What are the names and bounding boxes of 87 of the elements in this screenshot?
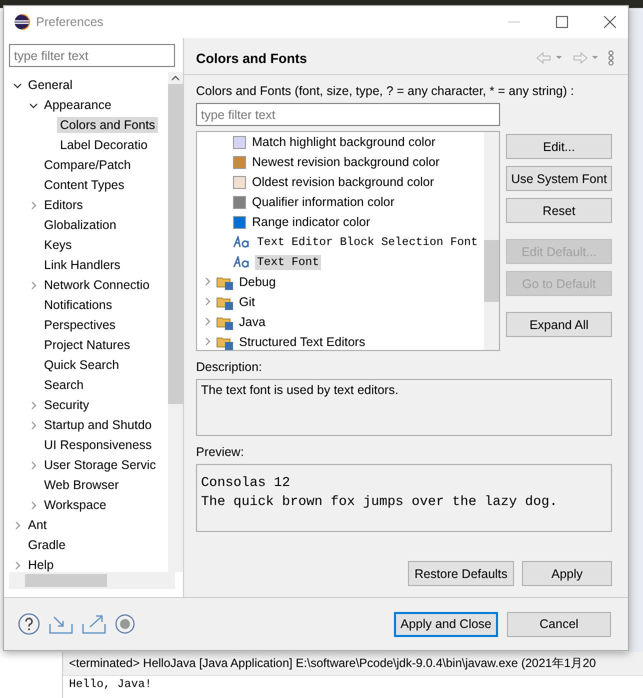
- font-icon: [233, 256, 251, 268]
- dialog-button[interactable]: Apply and Close: [394, 612, 498, 636]
- tree-item[interactable]: General: [25, 77, 76, 93]
- tree-item[interactable]: Security: [41, 397, 92, 413]
- tree-item[interactable]: Workspace: [41, 497, 110, 513]
- chevron-down-icon[interactable]: [13, 80, 22, 90]
- folder-icon: [216, 314, 233, 330]
- tree-item[interactable]: Label Decoratio: [57, 137, 151, 153]
- tree-item[interactable]: Keys: [41, 237, 75, 253]
- tree-item[interactable]: Link Handlers: [41, 257, 124, 273]
- tree-item[interactable]: Structured Text Editors: [237, 334, 368, 350]
- tree-item[interactable]: Startup and Shutdo: [41, 417, 155, 433]
- folder-icon: [216, 334, 233, 350]
- dialog-button[interactable]: Cancel: [507, 612, 611, 636]
- tree-item[interactable]: Compare/Patch: [41, 157, 134, 173]
- side-button[interactable]: Use System Font: [506, 166, 612, 191]
- chevron-right-icon[interactable]: [29, 500, 38, 510]
- font-icon: [233, 236, 251, 248]
- tree-item[interactable]: Help: [25, 557, 57, 572]
- eclipse-icon: [14, 14, 30, 30]
- page-title: Colors and Fonts: [196, 50, 307, 66]
- help-icon[interactable]: [18, 613, 40, 635]
- tree-item[interactable]: Appearance: [41, 97, 114, 113]
- description-text: The text font is used by text editors.: [196, 379, 612, 436]
- export-icon[interactable]: [82, 614, 106, 634]
- vertical-scrollbar[interactable]: [484, 132, 499, 350]
- horizontal-scrollbar[interactable]: [9, 572, 175, 589]
- filter-field[interactable]: type filter text: [196, 103, 500, 126]
- tree-item[interactable]: Notifications: [41, 297, 116, 313]
- restore-defaults-button[interactable]: Restore Defaults: [408, 561, 514, 586]
- tree-item[interactable]: Globalization: [41, 217, 120, 233]
- tree-item[interactable]: UI Responsiveness: [41, 437, 155, 453]
- chevron-right-icon[interactable]: [203, 337, 212, 346]
- tree-item[interactable]: Web Browser: [41, 477, 122, 493]
- tree-item[interactable]: Search: [41, 377, 87, 393]
- tree-item[interactable]: Colors and Fonts: [57, 117, 158, 133]
- apply-button[interactable]: Apply: [522, 561, 612, 586]
- side-button[interactable]: Expand All: [506, 312, 612, 337]
- import-icon[interactable]: [49, 614, 73, 634]
- description-label: Description:: [196, 360, 263, 374]
- preview-text: Consolas 12: [201, 475, 292, 493]
- vertical-scrollbar[interactable]: [168, 72, 183, 572]
- chevron-right-icon[interactable]: [29, 460, 38, 470]
- tree-item[interactable]: Editors: [41, 197, 86, 213]
- tree-item[interactable]: Qualifier information color: [250, 194, 396, 210]
- chevron-right-icon[interactable]: [29, 200, 38, 210]
- tree-item[interactable]: Java: [237, 314, 268, 330]
- close-icon[interactable]: [604, 16, 616, 28]
- side-button[interactable]: Edit...: [506, 134, 612, 159]
- filter-label: Colors and Fonts (font, size, type, ? = any character, * = any string) :: [196, 84, 575, 98]
- more-icon[interactable]: [608, 50, 614, 66]
- chevron-right-icon[interactable]: [13, 560, 22, 570]
- preview-text: The quick brown fox jumps over the lazy dog.: [201, 494, 558, 512]
- console-line: Hello, Java!: [68, 677, 153, 693]
- chevron-right-icon[interactable]: [203, 277, 212, 286]
- chevron-right-icon[interactable]: [13, 520, 22, 530]
- folder-icon: [216, 274, 233, 290]
- preview-label: Preview:: [196, 445, 245, 459]
- window-title: Preferences: [36, 15, 104, 29]
- tree-item[interactable]: Debug: [237, 274, 278, 290]
- tree-item[interactable]: Newest revision background color: [250, 154, 442, 170]
- tree-item[interactable]: Match highlight background color: [250, 134, 438, 150]
- tree-item[interactable]: Project Natures: [41, 337, 134, 353]
- tree-item[interactable]: Perspectives: [41, 317, 119, 333]
- tree-item[interactable]: Oldest revision background color: [250, 174, 436, 190]
- chevron-down-icon[interactable]: [29, 100, 38, 110]
- record-icon[interactable]: [115, 614, 135, 634]
- tree-item[interactable]: Network Connectio: [41, 277, 153, 293]
- chevron-right-icon[interactable]: [29, 280, 38, 290]
- chevron-right-icon[interactable]: [203, 317, 212, 326]
- console-header: <terminated> HelloJava [Java Application] E:\software\Pcode\jdk-9.0.4\bin\javaw.exe (2021年1月20: [63, 652, 643, 676]
- side-button[interactable]: Reset: [506, 198, 612, 223]
- chevron-right-icon[interactable]: [203, 297, 212, 306]
- tree-item[interactable]: Quick Search: [41, 357, 122, 373]
- tree-item[interactable]: Git: [237, 294, 257, 310]
- tree-item[interactable]: Range indicator color: [250, 214, 372, 230]
- tree-item[interactable]: Ant: [25, 517, 50, 533]
- chevron-right-icon[interactable]: [29, 420, 38, 430]
- tree-item[interactable]: Content Types: [41, 177, 128, 193]
- folder-icon: [216, 294, 233, 310]
- filter-field[interactable]: type filter text: [9, 44, 175, 67]
- tree-item[interactable]: Text Editor Block Selection Font: [255, 234, 480, 250]
- tree-item[interactable]: Text Font: [255, 254, 322, 270]
- tree-item[interactable]: User Storage Servic: [41, 457, 159, 473]
- maximize-icon[interactable]: [556, 16, 568, 28]
- chevron-right-icon[interactable]: [29, 400, 38, 410]
- tree-item[interactable]: Gradle: [25, 537, 69, 553]
